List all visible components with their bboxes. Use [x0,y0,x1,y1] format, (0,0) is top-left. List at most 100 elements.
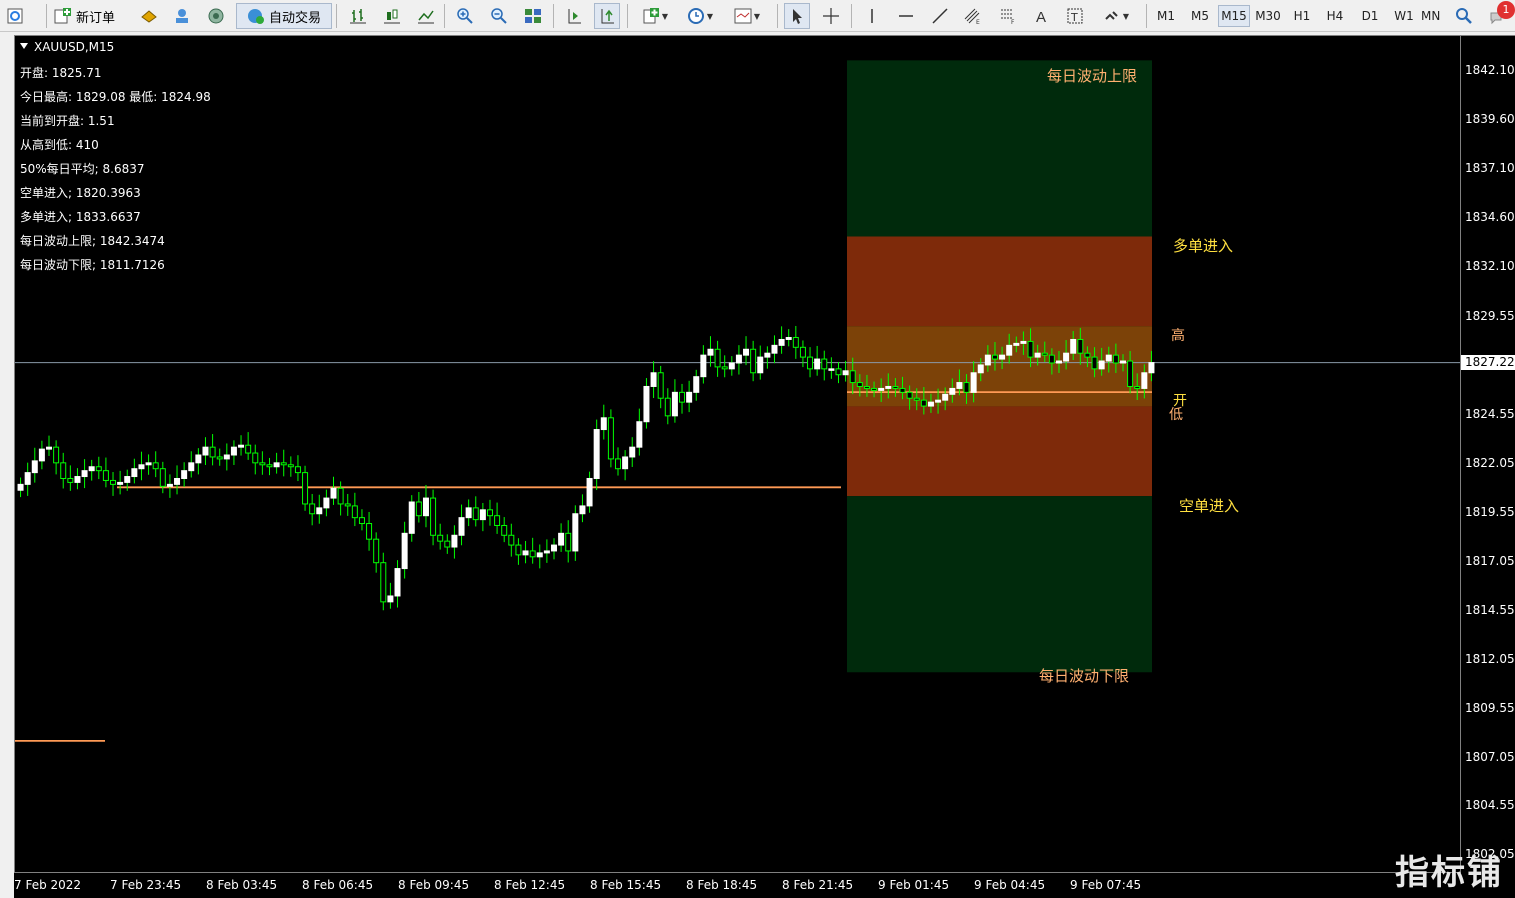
price-tick-label: 1809.55 [1465,700,1515,715]
periods-button[interactable]: ▼ [681,3,719,29]
bear-candle [529,550,536,558]
candlestick-button[interactable] [379,3,405,29]
time-axis[interactable]: 指标铺 7 Feb 2022 7 Feb 23:45 8 Feb 03:45 8 Fe… [14,853,1515,898]
tile-windows-button[interactable] [520,3,546,29]
text-tool-button[interactable]: A [1029,3,1055,29]
timeframe-h4[interactable]: H4 [1320,5,1350,27]
upper-range-zone [847,60,1152,237]
arrows-button[interactable]: ▼ [1096,3,1136,29]
search-button[interactable] [1451,3,1477,29]
bear-candle [53,446,60,464]
price-tick-label: 1814.55 [1465,602,1515,617]
bear-candle [280,462,287,466]
vertical-line-button[interactable] [859,3,885,29]
bull-candle [643,385,650,423]
bull-candle [764,352,771,358]
bull-candle [572,513,579,552]
bear-candle [437,534,444,542]
info-line-range: 从高到低: 410 [20,138,99,152]
fibonacci-icon: F [1001,9,1015,25]
bull-candle [181,470,188,479]
time-tick-label: 8 Feb 15:45 [590,878,662,892]
chart-shift-button[interactable] [561,3,587,29]
time-tick-label: 8 Feb 06:45 [302,878,374,892]
price-tick-label: 1842.10 [1465,63,1515,78]
bull-candle [1105,354,1112,362]
svg-text:E: E [976,19,980,25]
bull-candle [323,497,330,509]
symbol-label: XAUUSD,M15 [20,40,114,54]
bull-candle [422,497,429,517]
bear-candle [799,346,806,358]
horizontal-line-button[interactable] [893,3,919,29]
bear-candle [380,562,387,603]
bull-candle [31,460,38,474]
price-tick-label: 1837.10 [1465,161,1515,176]
collapse-triangle-icon[interactable] [20,43,28,49]
fibonacci-button[interactable]: F [995,3,1021,29]
text-label-button[interactable]: T [1062,3,1088,29]
bear-candle [1112,354,1119,364]
bull-candle [935,399,942,403]
zoom-out-button[interactable] [486,3,512,29]
bear-candle [821,358,828,370]
info-line-long-entry: 多单进入; 1833.6637 [20,210,141,224]
bull-candle [24,472,31,485]
crosshair-button[interactable] [818,3,844,29]
bull-candle [984,354,991,366]
symbol-name: XAUUSD,M15 [34,40,115,54]
bear-candle [209,446,216,458]
price-tick-label: 1832.10 [1465,259,1515,274]
bear-candle [664,397,671,417]
cursor-tool-button[interactable] [784,3,810,29]
notifications-button[interactable]: 1 [1485,1,1515,29]
current-price-tag: 1827.22 [1461,354,1515,370]
bear-candle [899,387,906,393]
chart-area[interactable]: XAUUSD,M15 开盘: 1825.71 今日最高: 1829.08 最低:… [14,35,1461,873]
templates-button[interactable]: ▼ [728,3,766,29]
terminal-button[interactable] [203,3,229,29]
bear-candle [67,477,74,483]
navigator-button[interactable] [169,3,195,29]
new-order-button[interactable]: 新订单 [54,3,115,29]
bull-candle [977,364,984,374]
template-icon [734,8,752,24]
bear-candle [430,497,437,536]
bull-candle [543,550,550,554]
indicators-button[interactable]: ▼ [636,3,674,29]
bar-chart-icon [350,9,366,24]
trendline-button[interactable] [927,3,953,29]
bear-candle [892,385,899,389]
timeframe-m1[interactable]: M1 [1151,5,1181,27]
market-watch-button[interactable] [136,3,162,29]
svg-text:F: F [1011,19,1015,25]
price-axis[interactable]: 1842.10 1839.60 1837.10 1834.60 1832.10 1829.… [1461,35,1515,873]
bar-chart-button[interactable] [345,3,371,29]
equidistant-channel-button[interactable]: E [960,3,986,29]
new-chart-button[interactable] [2,3,28,29]
timeframe-m15[interactable]: M15 [1218,5,1250,27]
bull-candle [579,505,586,515]
chart-left-margin [0,33,14,898]
timeframe-m5[interactable]: M5 [1185,5,1215,27]
auto-trading-button[interactable]: 自动交易 [236,3,332,29]
clock-icon [687,8,704,24]
info-line-to-open: 当前到开盘: 1.51 [20,114,115,128]
timeframe-h1[interactable]: H1 [1287,5,1317,27]
line-chart-button[interactable] [413,3,439,29]
timeframe-d1[interactable]: D1 [1355,5,1385,27]
bear-candle [615,458,622,470]
time-tick-label: 9 Feb 07:45 [1070,878,1142,892]
autoscroll-button[interactable] [594,3,620,29]
bear-candle [358,517,365,525]
bull-candle [1006,344,1013,356]
timeframe-mn[interactable]: MN [1421,5,1447,27]
short-entry-zone [847,406,1152,497]
zoom-in-button[interactable] [452,3,478,29]
dropdown-icon: ▼ [661,11,669,21]
zoom-out-icon [491,8,507,24]
upper-limit-label: 每日波动上限 [1047,67,1138,85]
bear-candle [1084,352,1091,358]
timeframe-m30[interactable]: M30 [1252,5,1284,27]
timeframe-w1[interactable]: W1 [1389,5,1419,27]
